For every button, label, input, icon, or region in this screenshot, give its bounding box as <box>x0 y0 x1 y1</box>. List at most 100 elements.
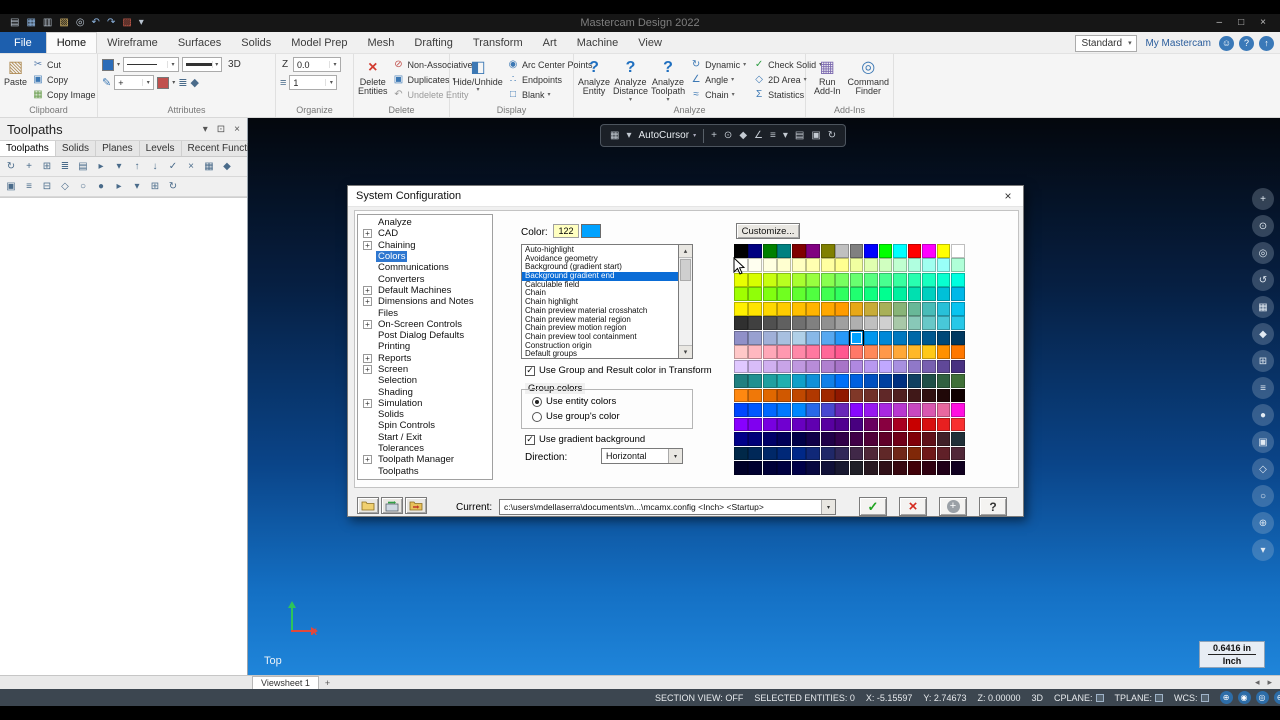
expand-icon[interactable]: + <box>363 240 372 250</box>
palette-color-13-15[interactable] <box>951 432 965 446</box>
quick-mask-button-13[interactable]: ⊕ <box>1252 512 1274 534</box>
palette-color-5-14[interactable] <box>936 316 951 331</box>
scroll-down-icon[interactable]: ▾ <box>679 345 692 358</box>
palette-color-5-12[interactable] <box>907 316 922 331</box>
palette-color-8-9[interactable] <box>864 359 878 374</box>
paste-button[interactable]: ▧ Paste <box>4 57 27 87</box>
palette-color-14-4[interactable] <box>791 446 806 461</box>
palette-color-11-11[interactable] <box>893 403 907 417</box>
selection-bar-tool-2-icon[interactable]: ⊙ <box>724 130 732 141</box>
palette-color-2-10[interactable] <box>878 272 893 287</box>
palette-color-8-10[interactable] <box>878 359 893 374</box>
palette-color-0-2[interactable] <box>762 244 777 258</box>
palette-color-13-3[interactable] <box>777 432 792 446</box>
palette-color-4-4[interactable] <box>791 301 806 316</box>
level-number-icon[interactable]: ≡ <box>280 77 286 89</box>
palette-color-12-3[interactable] <box>777 417 792 432</box>
palette-color-4-2[interactable] <box>762 301 777 316</box>
palette-color-14-11[interactable] <box>893 446 907 461</box>
palette-color-0-13[interactable] <box>922 244 936 258</box>
palette-color-15-2[interactable] <box>762 461 777 475</box>
palette-color-5-15[interactable] <box>951 316 965 331</box>
palette-color-10-0[interactable] <box>734 388 748 403</box>
palette-color-2-11[interactable] <box>893 272 907 287</box>
palette-color-4-1[interactable] <box>748 301 763 316</box>
palette-color-2-12[interactable] <box>907 272 922 287</box>
tree-item-files[interactable]: Files <box>358 307 492 319</box>
save-icon[interactable]: ▦ <box>26 14 35 32</box>
angle-button[interactable]: ∠ Angle <box>688 72 748 87</box>
palette-color-4-9[interactable] <box>864 301 878 316</box>
palette-color-12-10[interactable] <box>878 417 893 432</box>
palette-color-14-5[interactable] <box>806 446 821 461</box>
palette-color-1-13[interactable] <box>922 258 936 273</box>
quick-mask-button-3[interactable]: ◎ <box>1252 242 1274 264</box>
palette-color-9-0[interactable] <box>734 374 748 388</box>
palette-color-6-8[interactable] <box>848 329 865 346</box>
recent-files-icon[interactable]: ▨ <box>122 14 131 32</box>
tree-item-communications[interactable]: Communications <box>358 262 492 273</box>
palette-color-12-1[interactable] <box>748 417 763 432</box>
palette-color-10-11[interactable] <box>893 388 907 403</box>
panel-tab-levels[interactable]: Levels <box>140 141 182 156</box>
palette-color-11-2[interactable] <box>762 403 777 417</box>
current-config-dropdown[interactable]: c:\users\mdellaserra\documents\m...\mcam… <box>499 499 836 515</box>
palette-color-13-12[interactable] <box>907 432 922 446</box>
palette-color-1-14[interactable] <box>936 258 951 273</box>
help-icon[interactable]: ? <box>1239 35 1254 51</box>
tree-item-colors[interactable]: Colors <box>358 251 492 263</box>
palette-color-2-3[interactable] <box>777 272 792 287</box>
palette-color-3-6[interactable] <box>820 287 835 302</box>
palette-color-0-3[interactable] <box>777 244 792 258</box>
palette-color-3-13[interactable] <box>922 287 936 302</box>
add-viewsheet-button[interactable]: + <box>325 678 330 688</box>
palette-color-1-12[interactable] <box>907 258 922 273</box>
palette-color-13-0[interactable] <box>734 432 748 446</box>
cancel-button[interactable]: × <box>899 497 927 516</box>
palette-color-3-0[interactable] <box>734 287 748 302</box>
panel-tool-2-7-icon[interactable]: ▸ <box>111 179 127 194</box>
tree-item-dimensions-and-notes[interactable]: + Dimensions and Notes <box>358 296 492 307</box>
palette-color-3-14[interactable] <box>936 287 951 302</box>
quick-mask-button-12[interactable]: ○ <box>1252 485 1274 507</box>
tree-item-shading[interactable]: Shading <box>358 386 492 398</box>
palette-color-6-15[interactable] <box>951 330 965 345</box>
mode-3d-toggle[interactable]: 3D <box>1032 693 1044 703</box>
palette-color-7-6[interactable] <box>820 345 835 359</box>
palette-color-6-0[interactable] <box>734 330 748 345</box>
palette-color-0-14[interactable] <box>936 244 951 258</box>
palette-color-5-10[interactable] <box>878 316 893 331</box>
palette-color-11-15[interactable] <box>951 403 965 417</box>
palette-color-2-6[interactable] <box>820 272 835 287</box>
tree-item-solids[interactable]: Solids <box>358 409 492 420</box>
quick-mask-button-2[interactable]: ⊙ <box>1252 215 1274 237</box>
palette-color-5-4[interactable] <box>791 316 806 331</box>
palette-color-10-13[interactable] <box>922 388 936 403</box>
status-globe-icon-3[interactable]: ◎ <box>1255 691 1269 704</box>
palette-color-7-13[interactable] <box>922 345 936 359</box>
palette-color-12-5[interactable] <box>806 417 821 432</box>
palette-color-1-15[interactable] <box>951 258 965 273</box>
scrollbar-thumb[interactable] <box>680 259 691 281</box>
palette-color-14-12[interactable] <box>907 446 922 461</box>
palette-color-2-14[interactable] <box>936 272 951 287</box>
hide-unhide-button[interactable]: ◧ Hide/Unhide <box>453 57 503 94</box>
palette-color-1-6[interactable] <box>820 258 835 273</box>
palette-color-6-6[interactable] <box>820 330 835 345</box>
cplane-selector-plane-icon[interactable] <box>1095 693 1104 702</box>
palette-color-13-2[interactable] <box>762 432 777 446</box>
gradient-background-checkbox[interactable]: ✓ Use gradient background <box>525 434 645 445</box>
palette-color-7-2[interactable] <box>762 345 777 359</box>
palette-color-1-2[interactable] <box>762 258 777 273</box>
ribbon-tab-drafting[interactable]: Drafting <box>404 32 463 53</box>
quick-mask-button-14[interactable]: ▾ <box>1252 539 1274 561</box>
selection-bar-tool-5-icon[interactable]: ≡ <box>770 130 776 141</box>
palette-color-14-1[interactable] <box>748 446 763 461</box>
palette-color-11-1[interactable] <box>748 403 763 417</box>
palette-color-3-11[interactable] <box>893 287 907 302</box>
palette-color-9-9[interactable] <box>864 374 878 388</box>
chevron-down-icon[interactable] <box>172 79 175 86</box>
palette-color-13-6[interactable] <box>820 432 835 446</box>
palette-color-8-0[interactable] <box>734 359 748 374</box>
panel-tool-1-13-icon[interactable]: ◆ <box>219 159 235 174</box>
